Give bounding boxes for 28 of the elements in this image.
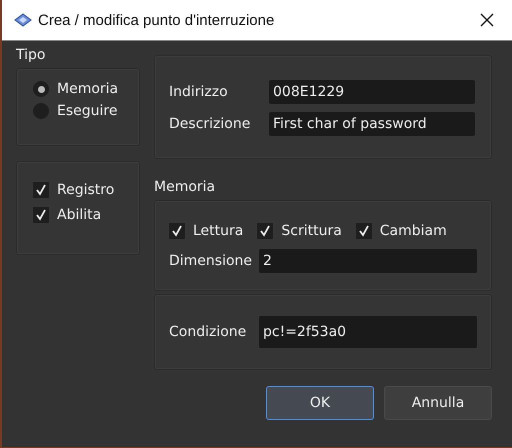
checkbox-option[interactable]: Scrittura [257, 223, 342, 239]
field-label: Condizione [169, 324, 248, 340]
dialog-button[interactable]: OK [266, 386, 374, 420]
input-field[interactable]: First char of password [269, 112, 475, 136]
checkbox[interactable] [257, 223, 274, 239]
window-title: Crea / modifica punto d'interruzione [38, 12, 276, 28]
checkbox[interactable] [33, 182, 49, 198]
checkbox[interactable] [169, 223, 185, 239]
input-field[interactable]: 2 [259, 249, 477, 273]
checkbox-option[interactable]: Lettura [169, 223, 244, 239]
group-label: Tipo [16, 47, 46, 63]
input-field[interactable]: pc!=2f53a0 [259, 316, 477, 348]
field-label: Dimensione [169, 253, 254, 269]
radio-option[interactable]: Eseguire [33, 103, 139, 119]
checkbox-option[interactable]: Registro [33, 182, 139, 198]
field-label: Descrizione [169, 116, 252, 132]
checkbox-option[interactable]: Cambiam [356, 223, 447, 239]
field-label: Indirizzo [169, 84, 229, 100]
app-icon [14, 13, 32, 27]
input-field[interactable]: 008E1229 [269, 80, 475, 104]
group-label: Memoria [154, 179, 216, 195]
dialog-button[interactable]: Annulla [384, 386, 492, 420]
radio-option[interactable]: Memoria [33, 81, 139, 97]
checkbox[interactable] [356, 223, 372, 239]
radio-button[interactable] [33, 81, 49, 97]
close-icon[interactable] [480, 13, 494, 27]
checkbox[interactable] [33, 207, 49, 223]
checkbox-option[interactable]: Abilita [33, 207, 139, 223]
